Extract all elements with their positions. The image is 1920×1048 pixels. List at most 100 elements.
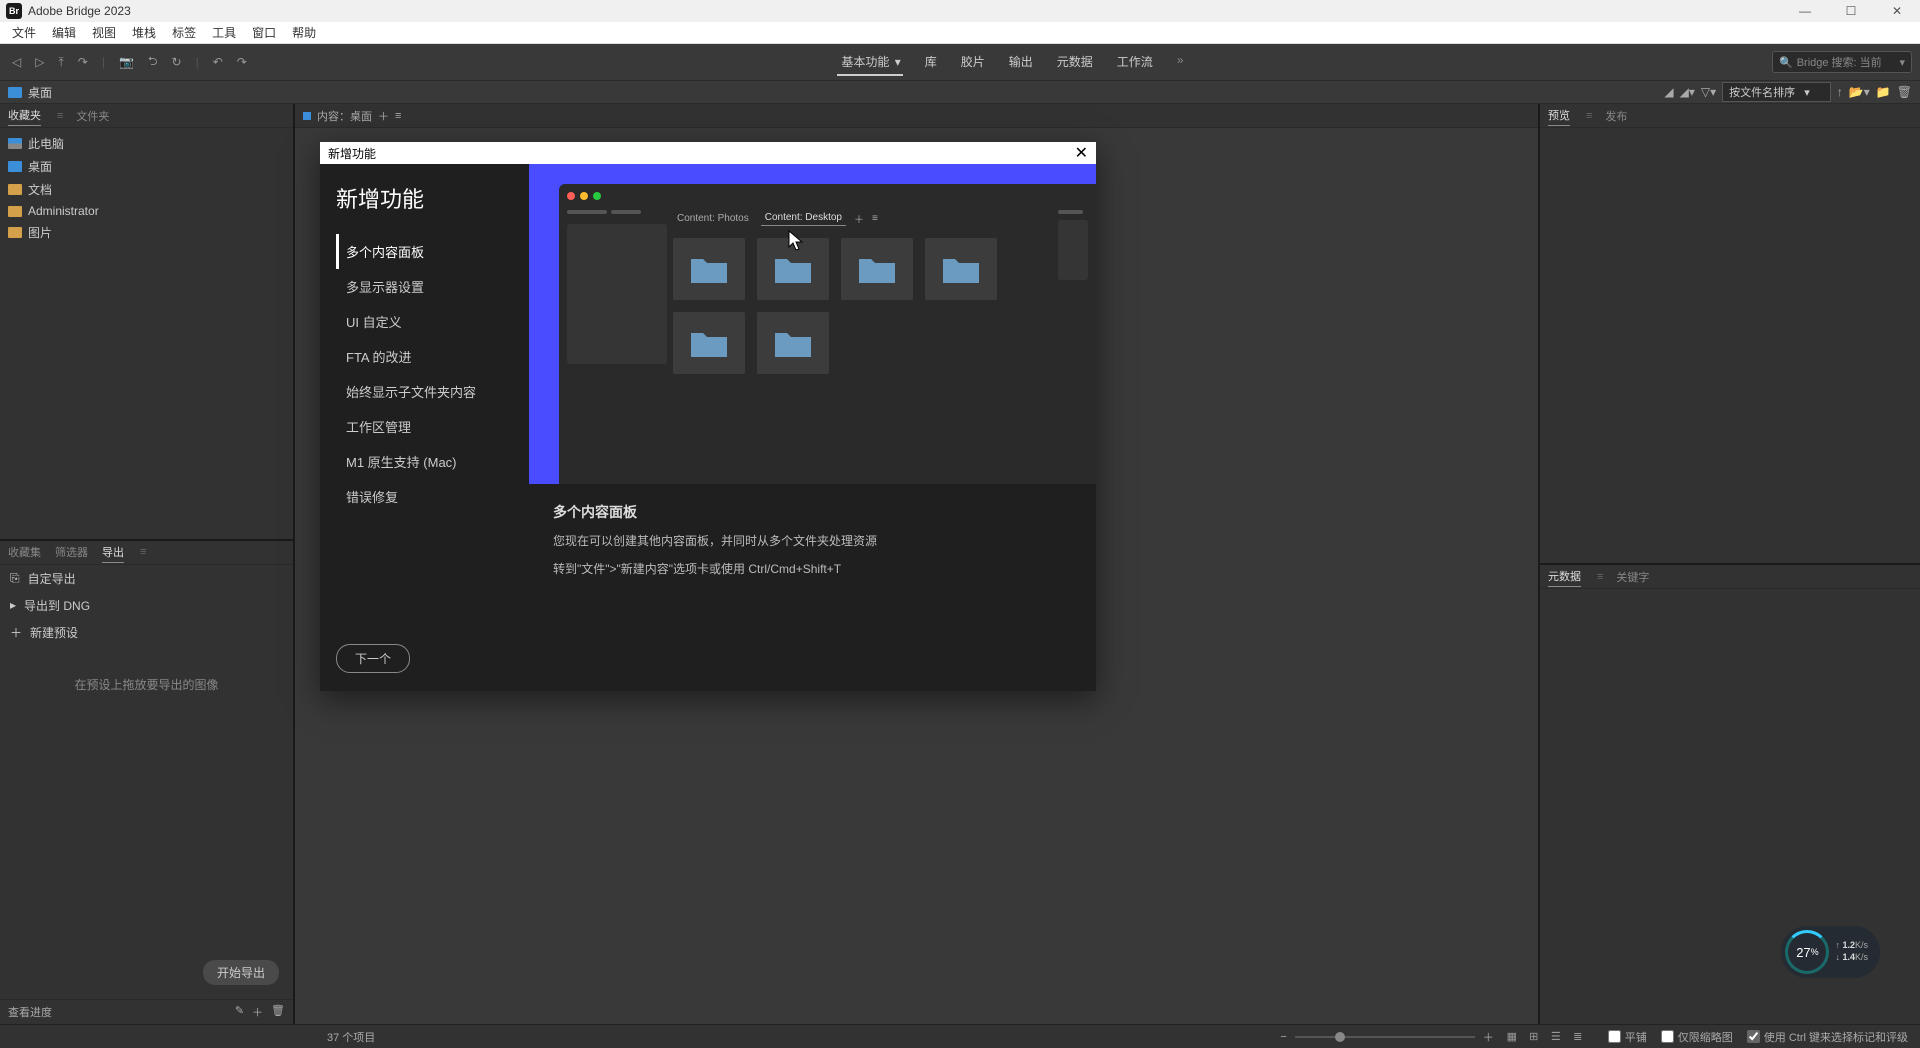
sort-select[interactable]: 按文件名排序 ▾ [1722, 82, 1831, 102]
nav-recent-icon[interactable]: ↷ [74, 55, 92, 69]
folder-icon [8, 161, 22, 172]
list-item[interactable]: 桌面 [0, 155, 293, 178]
trash-icon[interactable]: 🗑 [271, 1004, 285, 1020]
rotate-cw-icon[interactable]: ↷ [233, 55, 251, 69]
minimize-button[interactable]: — [1782, 0, 1828, 22]
menu-label[interactable]: 标签 [164, 24, 204, 41]
tab-metadata[interactable]: 元数据 [1548, 566, 1581, 587]
search-input[interactable]: 🔍 Bridge 搜索: 当前 ▾ [1772, 51, 1912, 73]
feature-item[interactable]: M1 原生支持 (Mac) [336, 444, 513, 479]
menu-edit[interactable]: 编辑 [44, 24, 84, 41]
zoom-out-icon[interactable]: − [1280, 1031, 1286, 1043]
list-item[interactable]: 此电脑 [0, 132, 293, 155]
feature-item[interactable]: 错误修复 [336, 479, 513, 514]
menu-view[interactable]: 视图 [84, 24, 124, 41]
tab-preview[interactable]: 预览 [1548, 105, 1570, 126]
workspace-filmstrip[interactable]: 胶片 [959, 49, 987, 76]
rotate-ccw-icon[interactable]: ↶ [209, 55, 227, 69]
start-export-button[interactable]: 开始导出 [203, 960, 279, 985]
feature-item[interactable]: 多个内容面板 [336, 234, 513, 269]
menu-file[interactable]: 文件 [4, 24, 44, 41]
feature-item[interactable]: 工作区管理 [336, 409, 513, 444]
demo-folder-icon [841, 238, 913, 300]
close-button[interactable]: ✕ [1874, 0, 1920, 22]
tab-keywords[interactable]: 关键字 [1616, 567, 1649, 587]
export-new-preset[interactable]: ＋新建预设 [0, 619, 293, 646]
menubar: 文件 编辑 视图 堆栈 标签 工具 窗口 帮助 [0, 22, 1920, 44]
view-grid-icon[interactable]: ▦ [1502, 1029, 1522, 1045]
nav-up-icon[interactable]: ⤒ [54, 55, 67, 70]
delete-icon[interactable]: 🗑 [1897, 85, 1912, 99]
workspace-metadata[interactable]: 元数据 [1055, 49, 1095, 76]
app-title: Adobe Bridge 2023 [28, 4, 131, 18]
list-item[interactable]: Administrator [0, 201, 293, 221]
search-icon: 🔍 [1779, 56, 1793, 69]
menu-tools[interactable]: 工具 [204, 24, 244, 41]
camera-import-icon[interactable]: 📷 [115, 55, 138, 69]
tab-favorites[interactable]: 收藏夹 [8, 105, 41, 126]
view-list-icon[interactable]: ≣ [1568, 1029, 1588, 1045]
new-folder-icon[interactable]: 📁 [1876, 85, 1891, 99]
plus-icon[interactable]: ＋ [252, 1004, 263, 1020]
thumbnail-size-slider[interactable] [1295, 1036, 1475, 1038]
open-recent-icon[interactable]: 📂▾ [1849, 85, 1870, 99]
feature-item[interactable]: 始终显示子文件夹内容 [336, 374, 513, 409]
performance-widget[interactable]: 27% ↑ 1.2K/s ↓ 1.4K/s [1781, 926, 1880, 978]
feature-item[interactable]: FTA 的改进 [336, 339, 513, 374]
export-custom[interactable]: ⎘自定导出 [0, 565, 293, 592]
add-content-tab-icon[interactable]: ＋ [378, 108, 389, 124]
panel-menu-icon[interactable]: ≡ [395, 110, 401, 122]
check-progress-label[interactable]: 查看进度 [8, 1004, 52, 1020]
export-dng[interactable]: ▸导出到 DNG [0, 592, 293, 619]
sort-asc-icon[interactable]: ↑ [1837, 85, 1843, 99]
feature-item[interactable]: UI 自定义 [336, 304, 513, 339]
ctrl-select-checkbox[interactable]: 使用 Ctrl 键来选择标记和评级 [1747, 1029, 1908, 1045]
list-item[interactable]: 图片 [0, 221, 293, 244]
tab-publish[interactable]: 发布 [1605, 106, 1627, 126]
view-thumb-icon[interactable]: ⊞ [1524, 1029, 1544, 1045]
filter-icon[interactable]: ▽▾ [1701, 85, 1716, 99]
workspace-workflow[interactable]: 工作流 [1115, 49, 1155, 76]
tile-checkbox[interactable]: 平铺 [1608, 1029, 1647, 1045]
panel-menu-icon[interactable]: ≡ [57, 108, 62, 124]
nav-back-icon[interactable]: ◁ [8, 55, 25, 69]
workspace-output[interactable]: 输出 [1007, 49, 1035, 76]
window-titlebar: Br Adobe Bridge 2023 — ☐ ✕ [0, 0, 1920, 22]
nav-forward-icon[interactable]: ▷ [31, 55, 48, 69]
zoom-in-icon[interactable]: ＋ [1483, 1029, 1494, 1045]
workspace-library[interactable]: 库 [923, 49, 939, 76]
tab-collections[interactable]: 收藏集 [8, 542, 41, 562]
edit-icon[interactable]: ✎ [235, 1004, 244, 1020]
feature-illustration: Content: Photos Content: Desktop ＋ ≡ [529, 164, 1096, 484]
thumbonly-checkbox[interactable]: 仅限缩略图 [1661, 1029, 1733, 1045]
menu-stack[interactable]: 堆栈 [124, 24, 164, 41]
menu-window[interactable]: 窗口 [244, 24, 284, 41]
list-item[interactable]: 文档 [0, 178, 293, 201]
rating-stairs-icon[interactable]: ◢ [1664, 85, 1673, 99]
tab-export[interactable]: 导出 [102, 542, 124, 563]
refresh-icon[interactable]: ↻ [168, 55, 186, 69]
computer-icon [8, 138, 22, 149]
close-icon[interactable]: ✕ [1075, 143, 1088, 163]
boomerang-icon[interactable]: ⮌ [144, 52, 162, 73]
maximize-button[interactable]: ☐ [1828, 0, 1874, 22]
panel-menu-icon[interactable]: ≡ [140, 544, 145, 560]
feature-item[interactable]: 多显示器设置 [336, 269, 513, 304]
menu-help[interactable]: 帮助 [284, 24, 324, 41]
rating-stairs2-icon[interactable]: ◢▾ [1680, 85, 1695, 99]
item-count: 37 个项目 [327, 1029, 375, 1045]
breadcrumb[interactable]: 桌面 [28, 84, 52, 101]
panel-menu-icon[interactable]: ≡ [1597, 569, 1602, 585]
tab-filter[interactable]: 筛选器 [55, 542, 88, 562]
feature-desc-text: 转到"文件">"新建内容"选项卡或使用 Ctrl/Cmd+Shift+T [553, 560, 1072, 578]
plus-icon: ＋ [10, 624, 22, 641]
tab-folders[interactable]: 文件夹 [76, 106, 109, 126]
favorites-list: 此电脑 桌面 文档 Administrator 图片 [0, 128, 293, 539]
panel-menu-icon[interactable]: ≡ [1586, 108, 1591, 124]
chevron-down-icon[interactable]: ▾ [1899, 56, 1905, 69]
view-detail-icon[interactable]: ☰ [1546, 1029, 1566, 1045]
next-button[interactable]: 下一个 [336, 644, 410, 673]
workspace-basic[interactable]: 基本功能 ▾ [837, 49, 902, 76]
search-placeholder: Bridge 搜索: 当前 [1797, 54, 1882, 70]
workspace-overflow-icon[interactable]: » [1175, 49, 1186, 76]
